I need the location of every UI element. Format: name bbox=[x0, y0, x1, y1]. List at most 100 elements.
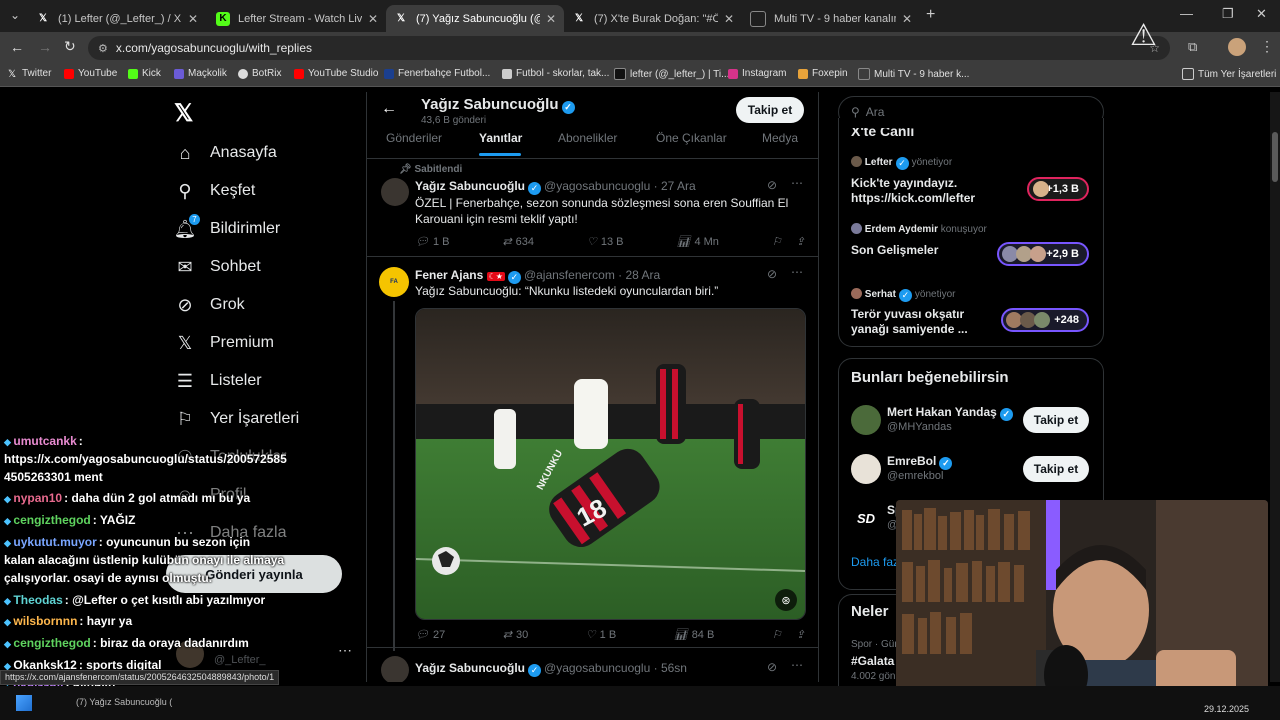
all-bookmarks[interactable]: Tüm Yer İşaretleri bbox=[1182, 68, 1276, 80]
reply-button[interactable]: 💬︎ 1 B bbox=[415, 235, 449, 249]
follow-button[interactable]: Takip et bbox=[1023, 456, 1089, 482]
suggest-name[interactable]: EmreBol ✓ bbox=[887, 454, 955, 470]
avatar[interactable] bbox=[381, 656, 409, 682]
reload-icon[interactable]: ↻ bbox=[64, 38, 76, 55]
tab-posts[interactable]: Gönderiler bbox=[386, 131, 442, 145]
trend-name[interactable]: #Galata bbox=[851, 654, 894, 668]
scrollbar-thumb[interactable] bbox=[1272, 132, 1278, 182]
bookmark-item[interactable]: Maçkolik bbox=[174, 68, 227, 79]
browser-tab-4[interactable]: 𝕏 (7) X'te Burak Doğan: "#ÖZEL# ✕ bbox=[564, 5, 742, 32]
chat-username[interactable]: Theodas bbox=[13, 593, 62, 607]
bookmark-button[interactable]: ⚐ ⇪ bbox=[772, 628, 805, 641]
author-name[interactable]: Yağız Sabuncuoğlu bbox=[415, 179, 525, 193]
bookmark-item[interactable]: Multi TV - 9 haber k... bbox=[858, 68, 969, 80]
tab-list-icon[interactable]: ⌄ bbox=[10, 8, 20, 22]
author-name[interactable]: Yağız Sabuncuoğlu bbox=[415, 661, 525, 675]
author-name[interactable]: Fener Ajans bbox=[415, 268, 483, 282]
extensions-icon[interactable]: ⧉ bbox=[1188, 39, 1197, 55]
back-icon[interactable]: ← bbox=[10, 39, 24, 55]
close-window-icon[interactable]: ✕ bbox=[1256, 6, 1267, 22]
close-tab-icon[interactable]: ✕ bbox=[188, 12, 198, 26]
maximize-icon[interactable]: ❐ bbox=[1222, 6, 1234, 22]
live-title-text[interactable]: Kick'te yayındayız. https://kick.com/lef… bbox=[851, 176, 1021, 206]
views-button[interactable]: 📊︎ 4 Mn bbox=[676, 235, 718, 249]
chat-username[interactable]: umutcankk bbox=[13, 434, 76, 448]
bookmark-button[interactable]: ⚐ ⇪ bbox=[772, 235, 805, 248]
bookmark-item[interactable]: YouTube Studio bbox=[294, 68, 378, 79]
live-title-text[interactable]: Terör yuvası okşatır yanağı samiyende ..… bbox=[851, 307, 1001, 337]
browser-tab-1[interactable]: 𝕏 (1) Lefter (@_Lefter_) / X ✕ bbox=[28, 5, 206, 32]
avatar[interactable] bbox=[851, 454, 881, 484]
author-handle[interactable]: @yagosabuncuoglu bbox=[544, 661, 650, 675]
live-listeners-pill[interactable]: +2,9 B bbox=[997, 242, 1089, 266]
browser-tab-5[interactable]: Multi TV - 9 haber kanalını aynı ✕ bbox=[742, 5, 920, 32]
bookmark-item[interactable]: Foxepin bbox=[798, 68, 848, 79]
x-logo-icon[interactable]: 𝕏 bbox=[174, 99, 193, 128]
chat-username[interactable]: cengizthegod bbox=[13, 636, 90, 650]
nav-item-home[interactable]: ⌂ Anasayfa bbox=[174, 142, 277, 164]
author-handle[interactable]: @ajansfenercom bbox=[524, 268, 615, 282]
minimize-icon[interactable]: — bbox=[1180, 6, 1193, 21]
bookmark-item[interactable]: 𝕏 Twitter bbox=[8, 68, 51, 80]
back-arrow-icon[interactable]: ← bbox=[381, 100, 397, 118]
author-handle[interactable]: @yagosabuncuoglu bbox=[544, 179, 650, 193]
more-icon[interactable]: ⋯ bbox=[791, 176, 803, 190]
bookmark-item[interactable]: Kick bbox=[128, 68, 161, 79]
close-tab-icon[interactable]: ✕ bbox=[368, 12, 378, 26]
live-listeners-pill[interactable]: +248 bbox=[1001, 308, 1089, 332]
avatar[interactable]: SD bbox=[851, 503, 881, 533]
tab-highlights[interactable]: Öne Çıkanlar bbox=[656, 131, 727, 145]
follow-button[interactable]: Takip et bbox=[736, 97, 804, 123]
chat-username[interactable]: wilsbornnn bbox=[13, 614, 77, 628]
forward-icon[interactable]: → bbox=[38, 39, 52, 55]
bookmark-item[interactable]: YouTube bbox=[64, 68, 117, 79]
live-title-text[interactable]: Son Gelişmeler bbox=[851, 243, 1001, 257]
bookmark-item[interactable]: Fenerbahçe Futbol... bbox=[384, 68, 490, 79]
grok-image-icon[interactable]: ⊛ bbox=[775, 589, 797, 611]
nav-item-lists[interactable]: ☰ Listeler bbox=[174, 370, 262, 392]
tweet-reply[interactable]: Yağız Sabuncuoğlu ✓ @yagosabuncuoglu · 56s… bbox=[367, 648, 818, 682]
tab-media[interactable]: Medya bbox=[762, 131, 798, 145]
live-listeners-pill[interactable]: +1,3 B bbox=[1027, 177, 1089, 201]
bookmark-item[interactable]: Instagram bbox=[728, 68, 786, 79]
tweet-date[interactable]: 27 Ara bbox=[661, 179, 696, 193]
suggest-name[interactable]: Mert Hakan Yandaş ✓ bbox=[887, 405, 1016, 421]
page-scrollbar[interactable] bbox=[1270, 92, 1280, 682]
chat-username[interactable]: cengizthegod bbox=[13, 513, 90, 527]
more-icon[interactable]: ⋯ bbox=[791, 658, 803, 672]
more-icon[interactable]: ⋯ bbox=[791, 265, 803, 279]
grok-icon[interactable]: ⊘ bbox=[767, 178, 777, 192]
nav-item-bookmarks[interactable]: ⚐ Yer İşaretleri bbox=[174, 408, 299, 430]
account-menu-icon[interactable]: ⋯ bbox=[338, 642, 352, 659]
grok-icon[interactable]: ⊘ bbox=[767, 267, 777, 281]
avatar[interactable] bbox=[381, 178, 409, 206]
profile-avatar[interactable] bbox=[1228, 38, 1246, 56]
chat-username[interactable]: uykutut.muyor bbox=[13, 535, 96, 549]
tab-replies[interactable]: Yanıtlar bbox=[479, 131, 522, 145]
nav-item-explore[interactable]: ⚲ Keşfet bbox=[174, 180, 255, 202]
tweet-photo[interactable]: 18 NKUNKU ⊛ bbox=[415, 308, 806, 620]
menu-dots-icon[interactable]: ⋮ bbox=[1260, 38, 1274, 55]
tweet-date[interactable]: 28 Ara bbox=[626, 268, 661, 282]
bookmark-item[interactable]: lefter (@_lefter_) | Ti... bbox=[614, 68, 729, 80]
nav-item-grok[interactable]: ⊘ Grok bbox=[174, 294, 244, 316]
tab-subscriptions[interactable]: Abonelikler bbox=[558, 131, 617, 145]
tweet-date[interactable]: 56sn bbox=[661, 661, 687, 675]
grok-icon[interactable]: ⊘ bbox=[767, 660, 777, 674]
nav-item-chat[interactable]: ✉ Sohbet bbox=[174, 256, 260, 278]
like-button[interactable]: ♡ 1 B bbox=[586, 628, 616, 642]
close-tab-icon[interactable]: ✕ bbox=[546, 12, 556, 26]
close-tab-icon[interactable]: ✕ bbox=[902, 12, 912, 26]
nav-item-premium[interactable]: 𝕏 Premium bbox=[174, 332, 274, 354]
start-icon[interactable] bbox=[16, 695, 32, 711]
bookmark-item[interactable]: Futbol - skorlar, tak... bbox=[502, 68, 609, 79]
avatar[interactable]: FA bbox=[379, 267, 409, 297]
tweet-fener-ajans[interactable]: FA Fener Ajans ☾★ ✓ @ajansfenercom · 28 Ar… bbox=[367, 257, 818, 651]
views-button[interactable]: 📊︎ 84 B bbox=[674, 628, 715, 642]
site-info-icon[interactable]: ⚙ bbox=[98, 42, 108, 55]
chat-username[interactable]: nypan10 bbox=[13, 491, 62, 505]
new-tab-icon[interactable]: + bbox=[926, 6, 935, 24]
like-button[interactable]: ♡ 13 B bbox=[587, 235, 624, 249]
tweet-pinned[interactable]: 📌︎ Sabitlendi Yağız Sabuncuoğlu ✓ @yagosab… bbox=[367, 158, 818, 257]
follow-button[interactable]: Takip et bbox=[1023, 407, 1089, 433]
